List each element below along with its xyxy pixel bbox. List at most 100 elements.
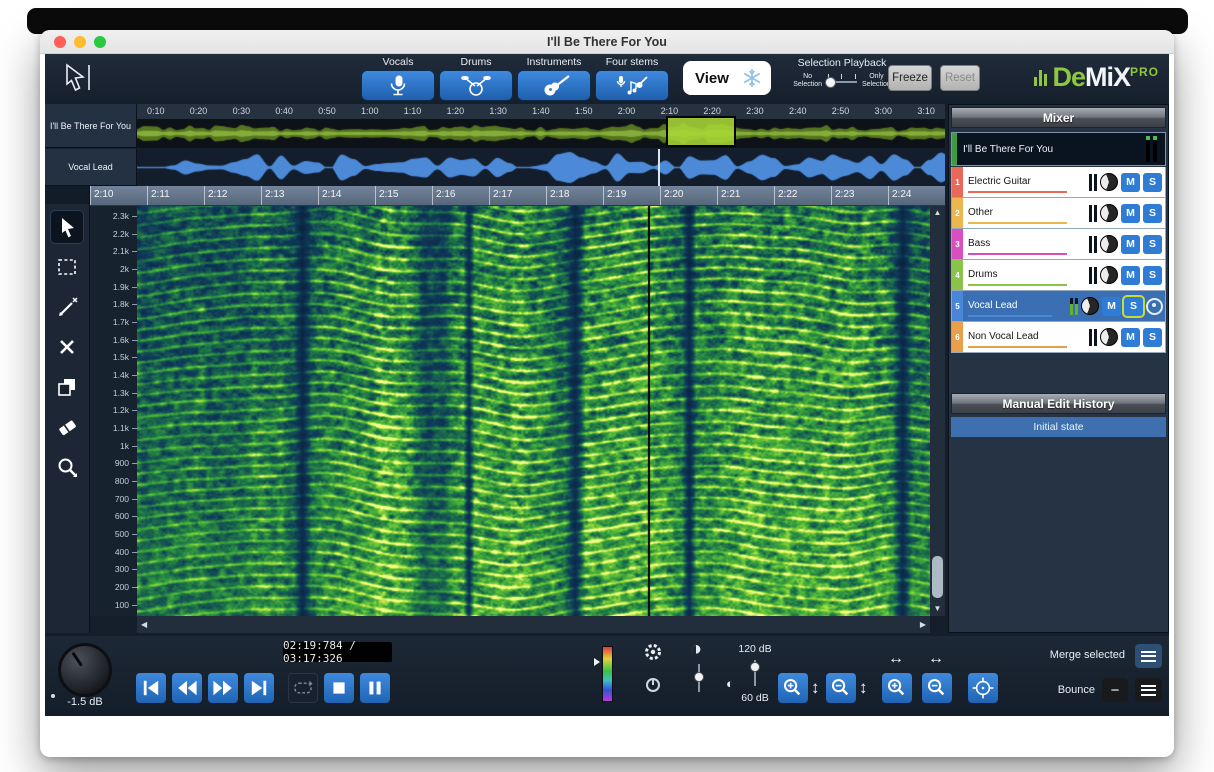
pan-knob[interactable] (1100, 204, 1118, 222)
pen-tool[interactable] (50, 290, 84, 324)
color-map-slider[interactable] (602, 646, 613, 702)
equalizer-bars-icon (1034, 70, 1047, 86)
delete-selection-tool[interactable] (50, 330, 84, 364)
overview-waveform[interactable] (137, 119, 945, 148)
solo-button[interactable]: S (1143, 235, 1162, 254)
focus-track-icon[interactable] (1146, 298, 1163, 315)
spectrogram-canvas[interactable] (137, 206, 930, 616)
microphone-icon (380, 73, 416, 99)
track-level-meter (1089, 329, 1097, 346)
pause-button[interactable] (360, 673, 390, 703)
overview-timeline[interactable]: 0:100:200:300:400:501:001:101:201:301:40… (137, 104, 945, 148)
db-range-slider[interactable] (749, 660, 761, 686)
zoom-button[interactable] (94, 36, 106, 48)
selection-playback-slider[interactable] (827, 74, 857, 89)
skip-to-start-button[interactable] (136, 673, 166, 703)
mixer-master-row[interactable]: I'll Be There For You (951, 132, 1166, 166)
track-name: Non Vocal Lead (968, 331, 1039, 342)
mute-button[interactable]: M (1102, 297, 1121, 316)
contrast-slider[interactable] (693, 664, 705, 692)
history-item[interactable]: Initial state (951, 417, 1166, 437)
view-button[interactable]: View (683, 61, 771, 95)
ruler-tick-label: 1:20 (447, 104, 465, 119)
contrast-icon[interactable]: ◑ (690, 638, 702, 661)
track-name: Other (968, 207, 993, 218)
zoom-ruler-tick: 2:10 (90, 186, 147, 205)
stem-separate-button[interactable] (517, 70, 591, 101)
loop-button[interactable] (288, 673, 318, 703)
pan-knob[interactable] (1100, 173, 1118, 191)
zoom-tool[interactable] (50, 450, 84, 484)
pan-knob[interactable] (1100, 266, 1118, 284)
mute-button[interactable]: M (1121, 328, 1140, 347)
spectrogram-area[interactable] (137, 206, 930, 616)
eraser-tool[interactable] (50, 410, 84, 444)
mute-button[interactable]: M (1121, 173, 1140, 192)
zoom-in-horizontal-button[interactable] (882, 673, 912, 703)
mixer-track-row[interactable]: 1 Electric Guitar M S (951, 167, 1166, 198)
stem-label: Four stems (606, 56, 659, 68)
stem-separate-button[interactable] (361, 70, 435, 101)
mixer-track-row[interactable]: 5 Vocal Lead M S (951, 291, 1166, 322)
mixer-track-row[interactable]: 3 Bass M S (951, 229, 1166, 260)
stem-separate-button[interactable] (439, 70, 513, 101)
merge-menu-button[interactable] (1135, 644, 1162, 668)
zoom-ruler-tick: 2:18 (546, 186, 603, 205)
vocal-waveform[interactable] (137, 149, 945, 186)
scroll-up-icon[interactable]: ▲ (934, 206, 942, 220)
bounce-remove-button[interactable]: − (1102, 678, 1128, 702)
freeze-button[interactable]: Freeze (888, 65, 932, 91)
close-button[interactable] (54, 36, 66, 48)
mute-button[interactable]: M (1121, 204, 1140, 223)
stop-button[interactable] (324, 673, 354, 703)
zoom-out-horizontal-button[interactable] (922, 673, 952, 703)
vertical-scroll-thumb[interactable] (932, 556, 943, 598)
volume-knob[interactable] (58, 643, 112, 697)
zoom-out-vertical-button[interactable] (826, 673, 856, 703)
solo-button[interactable]: S (1143, 328, 1162, 347)
tool-palette-header (45, 186, 89, 204)
settings-gear-icon[interactable] (643, 642, 663, 662)
pan-knob[interactable] (1081, 297, 1099, 315)
zoom-in-vertical-button[interactable] (778, 673, 808, 703)
scroll-down-icon[interactable]: ▼ (934, 602, 942, 616)
overview-selection[interactable] (666, 116, 735, 147)
mixer-track-row[interactable]: 6 Non Vocal Lead M S (951, 322, 1166, 353)
pan-knob[interactable] (1100, 235, 1118, 253)
stem-label: Drums (461, 56, 492, 68)
track-color-line (968, 346, 1067, 349)
zoom-ruler-tick: 2:11 (147, 186, 204, 205)
vocal-lead-timeline[interactable] (137, 149, 945, 186)
mixer-track-row[interactable]: 4 Drums M S (951, 260, 1166, 291)
rewind-button[interactable] (172, 673, 202, 703)
mute-button[interactable]: M (1121, 266, 1140, 285)
horizontal-scrollbar[interactable]: ◀ ▶ (137, 616, 930, 633)
minimize-button[interactable] (74, 36, 86, 48)
mixer-track-row[interactable]: 2 Other M S (951, 198, 1166, 229)
skip-to-end-button[interactable] (244, 673, 274, 703)
zoom-to-selection-button[interactable] (968, 673, 998, 703)
zoom-time-ruler[interactable]: 2:102:112:122:132:142:152:162:172:182:19… (90, 186, 945, 206)
ruler-tick-label: 0:40 (275, 104, 293, 119)
copy-layers-tool[interactable] (50, 370, 84, 404)
track-color-line (968, 315, 1052, 318)
brightness-icon[interactable]: ◐ (726, 676, 734, 691)
solo-button[interactable]: S (1143, 204, 1162, 223)
vertical-scrollbar[interactable]: ▲ ▼ (930, 206, 945, 616)
solo-button[interactable]: S (1143, 266, 1162, 285)
overview-ruler[interactable]: 0:100:200:300:400:501:001:101:201:301:40… (137, 104, 945, 119)
scroll-right-icon[interactable]: ▶ (920, 618, 926, 632)
scroll-left-icon[interactable]: ◀ (141, 618, 147, 632)
fast-forward-button[interactable] (208, 673, 238, 703)
bounce-menu-button[interactable] (1135, 678, 1162, 702)
stem-separate-button[interactable] (595, 70, 669, 101)
solo-button[interactable]: S (1143, 173, 1162, 192)
pan-knob[interactable] (1100, 328, 1118, 346)
pointer-tool[interactable] (50, 210, 84, 244)
reset-button[interactable]: Reset (940, 65, 980, 91)
mute-button[interactable]: M (1121, 235, 1140, 254)
mini-dial-icon[interactable] (646, 678, 660, 692)
zoom-ruler-tick: 2:23 (831, 186, 888, 205)
solo-button[interactable]: S (1124, 297, 1143, 316)
marquee-select-tool[interactable] (50, 250, 84, 284)
